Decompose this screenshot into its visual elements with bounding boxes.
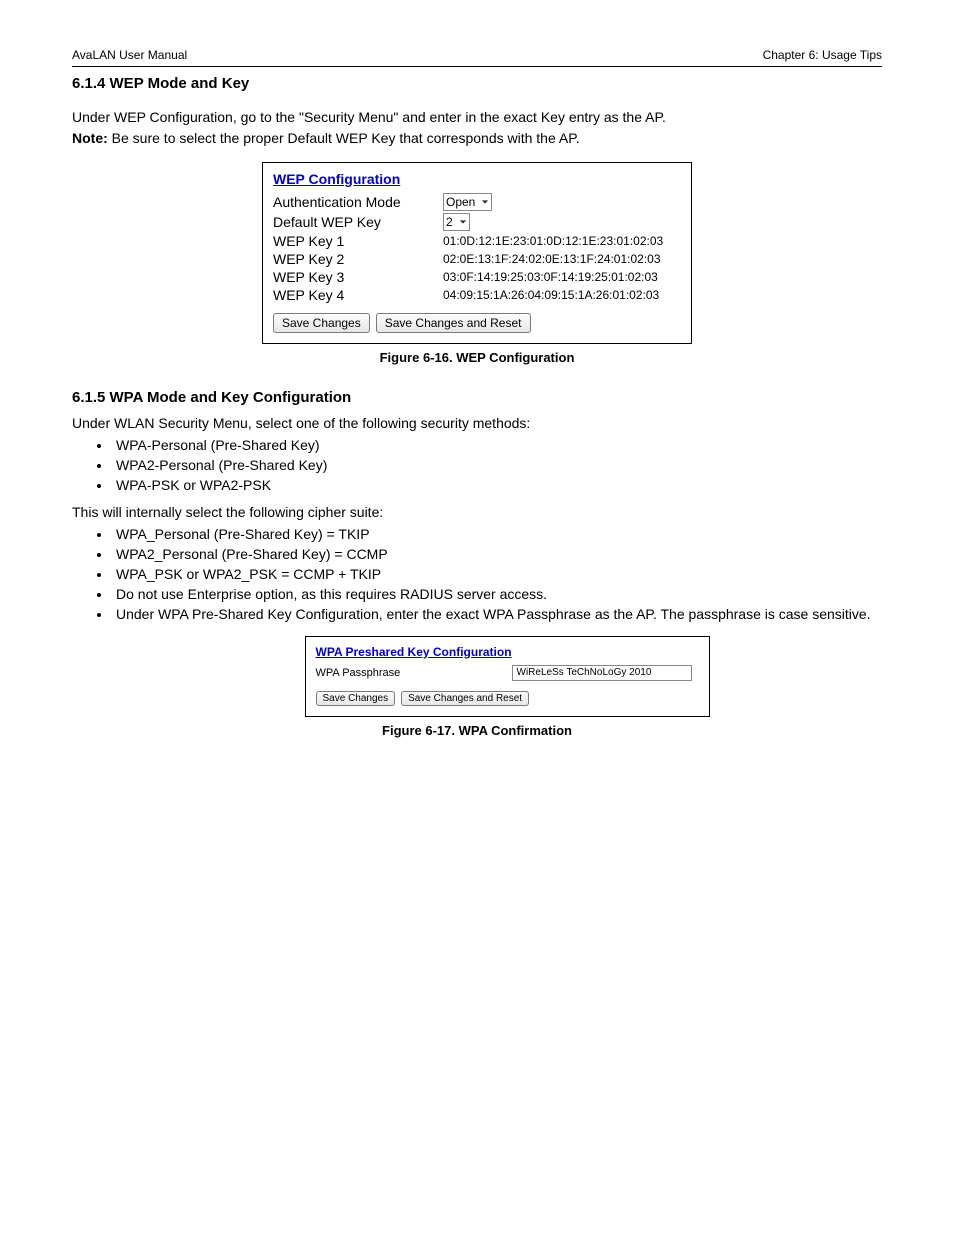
paragraph: This will internally select the followin… bbox=[72, 503, 882, 522]
list-item: WPA_Personal (Pre-Shared Key) = TKIP bbox=[112, 526, 882, 542]
paragraph: Under WEP Configuration, go to the "Secu… bbox=[72, 108, 882, 127]
auth-mode-select[interactable]: Open bbox=[443, 193, 492, 211]
list-item: WPA2-Personal (Pre-Shared Key) bbox=[112, 457, 882, 473]
list-item: Under WPA Pre-Shared Key Configuration, … bbox=[112, 606, 882, 622]
wep-key-value: 01:0D:12:1E:23:01:0D:12:1E:23:01:02:03 bbox=[443, 234, 663, 248]
select-value: 2 bbox=[446, 215, 453, 229]
wpa-row-passphrase: WPA Passphrase WiReLeSs TeChNoLoGy 2010 bbox=[316, 665, 699, 681]
wep-panel-title: WEP Configuration bbox=[273, 171, 681, 187]
section-title: 6.1.4 WEP Mode and Key bbox=[72, 75, 882, 92]
running-header: AvaLAN User Manual Chapter 6: Usage Tips bbox=[72, 48, 882, 62]
wep-key-value: 04:09:15:1A:26:04:09:15:1A:26:01:02:03 bbox=[443, 288, 659, 302]
input-value: WiReLeSs TeChNoLoGy 2010 bbox=[517, 667, 652, 678]
wpa-panel-title: WPA Preshared Key Configuration bbox=[316, 645, 699, 659]
wep-row-key2: WEP Key 2 02:0E:13:1F:24:02:0E:13:1F:24:… bbox=[273, 251, 681, 267]
wep-row-key4: WEP Key 4 04:09:15:1A:26:04:09:15:1A:26:… bbox=[273, 287, 681, 303]
wep-button-row: Save Changes Save Changes and Reset bbox=[273, 313, 681, 333]
save-changes-reset-button[interactable]: Save Changes and Reset bbox=[401, 691, 529, 706]
wep-key-value: 02:0E:13:1F:24:02:0E:13:1F:24:01:02:03 bbox=[443, 252, 661, 266]
save-changes-button[interactable]: Save Changes bbox=[316, 691, 396, 706]
field-label: Default WEP Key bbox=[273, 214, 443, 230]
wep-row-default-key: Default WEP Key 2 bbox=[273, 213, 681, 231]
note-line: Note: Be sure to select the proper Defau… bbox=[72, 129, 882, 148]
security-methods-list: WPA-Personal (Pre-Shared Key) WPA2-Perso… bbox=[72, 437, 882, 493]
chevron-down-icon bbox=[459, 218, 467, 226]
note-body: Be sure to select the proper Default WEP… bbox=[112, 130, 580, 146]
cipher-list: WPA_Personal (Pre-Shared Key) = TKIP WPA… bbox=[72, 526, 882, 622]
figure-wpa: WPA Preshared Key Configuration WPA Pass… bbox=[72, 636, 882, 738]
list-item: WPA-Personal (Pre-Shared Key) bbox=[112, 437, 882, 453]
field-label: WEP Key 4 bbox=[273, 287, 443, 303]
wep-row-key3: WEP Key 3 03:0F:14:19:25:03:0F:14:19:25:… bbox=[273, 269, 681, 285]
save-changes-button[interactable]: Save Changes bbox=[273, 313, 370, 333]
wpa-passphrase-input[interactable]: WiReLeSs TeChNoLoGy 2010 bbox=[512, 665, 692, 681]
list-item: WPA_PSK or WPA2_PSK = CCMP + TKIP bbox=[112, 566, 882, 582]
field-label: WEP Key 2 bbox=[273, 251, 443, 267]
field-label: WPA Passphrase bbox=[316, 667, 512, 679]
note-label: Note: bbox=[72, 130, 112, 146]
field-label: Authentication Mode bbox=[273, 194, 443, 210]
select-value: Open bbox=[446, 195, 475, 209]
wpa-button-row: Save Changes Save Changes and Reset bbox=[316, 691, 699, 706]
figure-caption: Figure 6-16. WEP Configuration bbox=[72, 350, 882, 365]
header-rule bbox=[72, 66, 882, 67]
field-label: WEP Key 1 bbox=[273, 233, 443, 249]
header-right: Chapter 6: Usage Tips bbox=[763, 48, 882, 62]
save-changes-reset-button[interactable]: Save Changes and Reset bbox=[376, 313, 531, 333]
wep-row-auth: Authentication Mode Open bbox=[273, 193, 681, 211]
chevron-down-icon bbox=[481, 198, 489, 206]
paragraph: Under WLAN Security Menu, select one of … bbox=[72, 414, 882, 433]
header-left: AvaLAN User Manual bbox=[72, 48, 187, 62]
figure-wep: WEP Configuration Authentication Mode Op… bbox=[72, 162, 882, 365]
figure-caption: Figure 6-17. WPA Confirmation bbox=[72, 723, 882, 738]
field-label: WEP Key 3 bbox=[273, 269, 443, 285]
default-key-select[interactable]: 2 bbox=[443, 213, 470, 231]
list-item: WPA2_Personal (Pre-Shared Key) = CCMP bbox=[112, 546, 882, 562]
wep-row-key1: WEP Key 1 01:0D:12:1E:23:01:0D:12:1E:23:… bbox=[273, 233, 681, 249]
wep-key-value: 03:0F:14:19:25:03:0F:14:19:25:01:02:03 bbox=[443, 270, 658, 284]
list-item: WPA-PSK or WPA2-PSK bbox=[112, 477, 882, 493]
wep-config-panel: WEP Configuration Authentication Mode Op… bbox=[262, 162, 692, 344]
page-body: AvaLAN User Manual Chapter 6: Usage Tips… bbox=[0, 0, 954, 788]
wpa-config-panel: WPA Preshared Key Configuration WPA Pass… bbox=[305, 636, 710, 717]
list-item: Do not use Enterprise option, as this re… bbox=[112, 586, 882, 602]
section-title-2: 6.1.5 WPA Mode and Key Configuration bbox=[72, 389, 882, 406]
